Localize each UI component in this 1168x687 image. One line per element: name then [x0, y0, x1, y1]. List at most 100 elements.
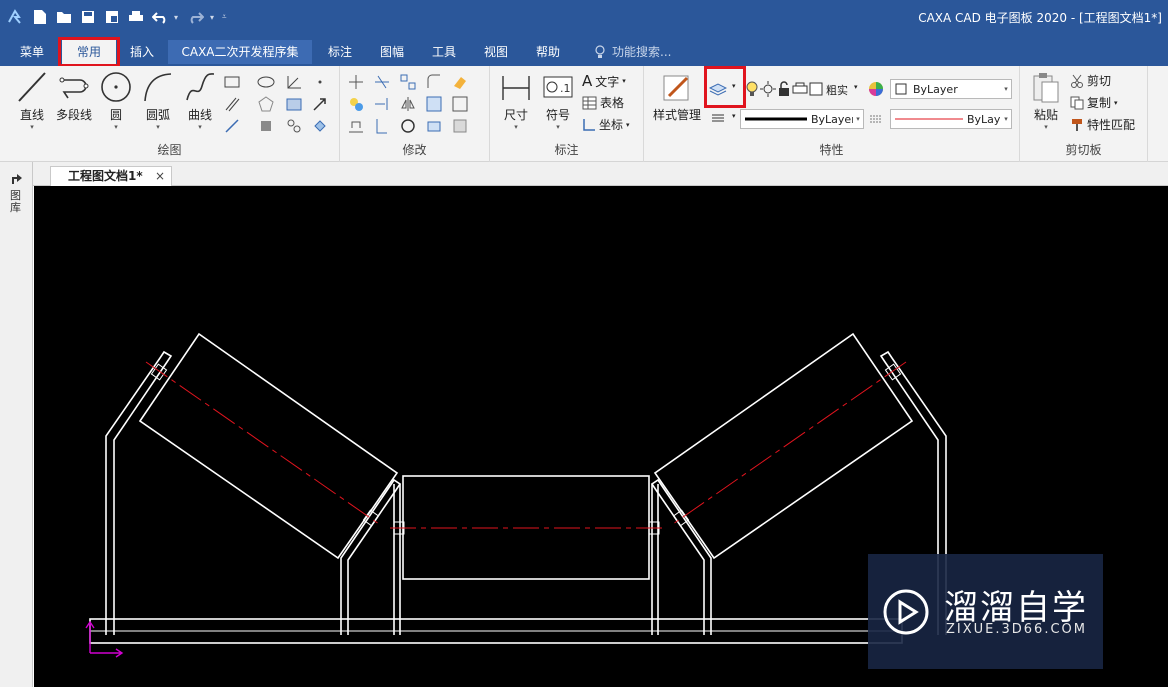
- point-icon[interactable]: [310, 72, 330, 92]
- scale-icon[interactable]: [424, 94, 444, 114]
- tab-annotate[interactable]: 标注: [320, 40, 360, 64]
- move-icon[interactable]: [346, 72, 366, 92]
- circle-button[interactable]: 圆 ▾: [98, 70, 134, 131]
- lightbulb-icon: [595, 45, 605, 58]
- text-glyph-icon: A: [582, 72, 593, 90]
- undo-icon[interactable]: [150, 7, 170, 27]
- dimension-icon: [502, 76, 530, 100]
- library-pin-icon[interactable]: [9, 172, 25, 186]
- customize-qat-icon[interactable]: ⩡: [222, 12, 230, 22]
- group-clipboard-label: 剪切板: [1065, 143, 1102, 157]
- polyline-button[interactable]: 多段线: [54, 70, 94, 123]
- curve-button[interactable]: 曲线 ▾: [182, 70, 218, 131]
- stretch-icon[interactable]: [346, 116, 366, 136]
- document-tab[interactable]: 工程图文档1* ×: [50, 166, 172, 186]
- symbol-button[interactable]: .1 符号 ▾: [540, 70, 576, 131]
- group-clipboard: 粘贴 ▾ 剪切 复制 ▾ 特性匹配 剪切板: [1020, 66, 1148, 162]
- redo-icon[interactable]: [186, 7, 206, 27]
- tab-view[interactable]: 视图: [476, 40, 516, 64]
- polygon-icon[interactable]: [256, 94, 276, 114]
- left-centerline: [145, 361, 380, 525]
- app-logo-icon[interactable]: [6, 8, 24, 26]
- rotate-icon[interactable]: [398, 116, 418, 136]
- chevron-down-icon: ▾: [1004, 115, 1008, 123]
- title-bar: ▾ ▾ ⩡ CAXA CAD 电子图板 2020 - [工程图文档1*]: [0, 0, 1168, 36]
- chamfer-icon[interactable]: [450, 116, 470, 136]
- save-as-icon[interactable]: [102, 7, 122, 27]
- parallel-line-icon[interactable]: [222, 94, 242, 114]
- tab-insert[interactable]: 插入: [122, 40, 162, 64]
- close-icon[interactable]: ×: [155, 167, 165, 185]
- watermark-subtitle: ZIXUE.3D66.COM: [946, 622, 1087, 637]
- copy-icon: [1070, 96, 1084, 109]
- array-icon[interactable]: [398, 72, 418, 92]
- trim-icon[interactable]: [372, 72, 392, 92]
- copy-objects-icon[interactable]: [346, 94, 366, 114]
- color-select[interactable]: ByLayer ▾: [890, 79, 1012, 99]
- text-button[interactable]: A 文字 ▾: [582, 72, 626, 90]
- lineweight-list-icon[interactable]: [708, 108, 728, 128]
- tab-caxa-dev[interactable]: CAXA二次开发程序集: [168, 40, 312, 64]
- mirror-icon[interactable]: [398, 94, 418, 114]
- eraser-icon[interactable]: [450, 72, 470, 92]
- open-folder-icon[interactable]: [54, 7, 74, 27]
- chevron-down-icon: ▾: [156, 123, 160, 131]
- line-icon: [18, 72, 46, 102]
- match-properties-button[interactable]: 特性匹配: [1070, 116, 1135, 133]
- block-icon[interactable]: [284, 116, 304, 136]
- ellipse-icon[interactable]: [256, 72, 276, 92]
- play-logo-icon: [883, 589, 929, 635]
- rectangle-icon[interactable]: [222, 72, 242, 92]
- chevron-down-icon: ▾: [556, 123, 560, 131]
- coordinate-button[interactable]: 坐标 ▾: [582, 116, 630, 133]
- line-button[interactable]: 直线 ▾: [14, 70, 50, 131]
- tab-menu[interactable]: 菜单: [10, 40, 54, 64]
- linetype-select[interactable]: ByLayer ▾: [740, 109, 864, 129]
- linestyle-icon[interactable]: [866, 109, 886, 129]
- right-centerline: [672, 361, 907, 525]
- extend-icon[interactable]: [372, 94, 392, 114]
- boundary-icon[interactable]: [256, 116, 276, 136]
- library-panel-strip[interactable]: 图库: [0, 162, 33, 687]
- break-icon[interactable]: [372, 116, 392, 136]
- style-manager-button[interactable]: 样式管理: [650, 70, 704, 123]
- ribbon-panel: 直线 ▾ 多段线 圆 ▾ 圆弧 ▾ 曲线 ▾ 绘图 修改 尺寸 ▾ .1 符号 …: [0, 66, 1168, 162]
- paste-button[interactable]: 粘贴 ▾: [1028, 70, 1064, 131]
- feature-search[interactable]: 功能搜索...: [594, 40, 671, 64]
- undo-dropdown-icon[interactable]: ▾: [174, 13, 182, 22]
- document-tab-bar: 工程图文档1* ×: [0, 162, 1168, 186]
- lineweight-list-dropdown-icon[interactable]: ▾: [732, 112, 736, 120]
- group-annotate-label: 标注: [554, 143, 579, 157]
- linestyle-select[interactable]: ByLayer ▾: [890, 109, 1012, 129]
- offset-icon[interactable]: [450, 94, 470, 114]
- fillet-icon[interactable]: [424, 72, 444, 92]
- fill-icon[interactable]: [310, 116, 330, 136]
- spline-icon: [186, 73, 215, 101]
- tab-tools[interactable]: 工具: [424, 40, 464, 64]
- new-file-icon[interactable]: [30, 7, 50, 27]
- dimension-button[interactable]: 尺寸 ▾: [498, 70, 534, 131]
- color-square-icon[interactable]: [806, 79, 826, 99]
- chevron-down-icon: ▾: [198, 123, 202, 131]
- angle-line-icon[interactable]: [284, 72, 304, 92]
- window-title: CAXA CAD 电子图板 2020 - [工程图文档1*]: [918, 11, 1162, 25]
- group-draw-label: 绘图: [157, 143, 182, 157]
- redo-dropdown-icon[interactable]: ▾: [210, 13, 218, 22]
- centerline-icon[interactable]: [222, 116, 242, 136]
- copy-button[interactable]: 复制 ▾: [1070, 94, 1118, 111]
- save-icon[interactable]: [78, 7, 98, 27]
- chevron-down-icon: ▾: [856, 115, 860, 123]
- table-button[interactable]: 表格: [582, 94, 624, 111]
- left-center-bracket: [393, 484, 401, 635]
- print-icon[interactable]: [126, 7, 146, 27]
- hatch-icon[interactable]: [284, 94, 304, 114]
- arrow-icon[interactable]: [310, 94, 330, 114]
- lineweight-dropdown-icon[interactable]: ▾: [854, 83, 858, 91]
- tab-sheet[interactable]: 图幅: [372, 40, 412, 64]
- cut-button[interactable]: 剪切: [1070, 72, 1111, 89]
- arc-button[interactable]: 圆弧 ▾: [140, 70, 176, 131]
- tab-help[interactable]: 帮助: [528, 40, 568, 64]
- right-tilted-roller: [653, 332, 914, 560]
- color-wheel-icon[interactable]: [866, 79, 886, 99]
- explode-icon[interactable]: [424, 116, 444, 136]
